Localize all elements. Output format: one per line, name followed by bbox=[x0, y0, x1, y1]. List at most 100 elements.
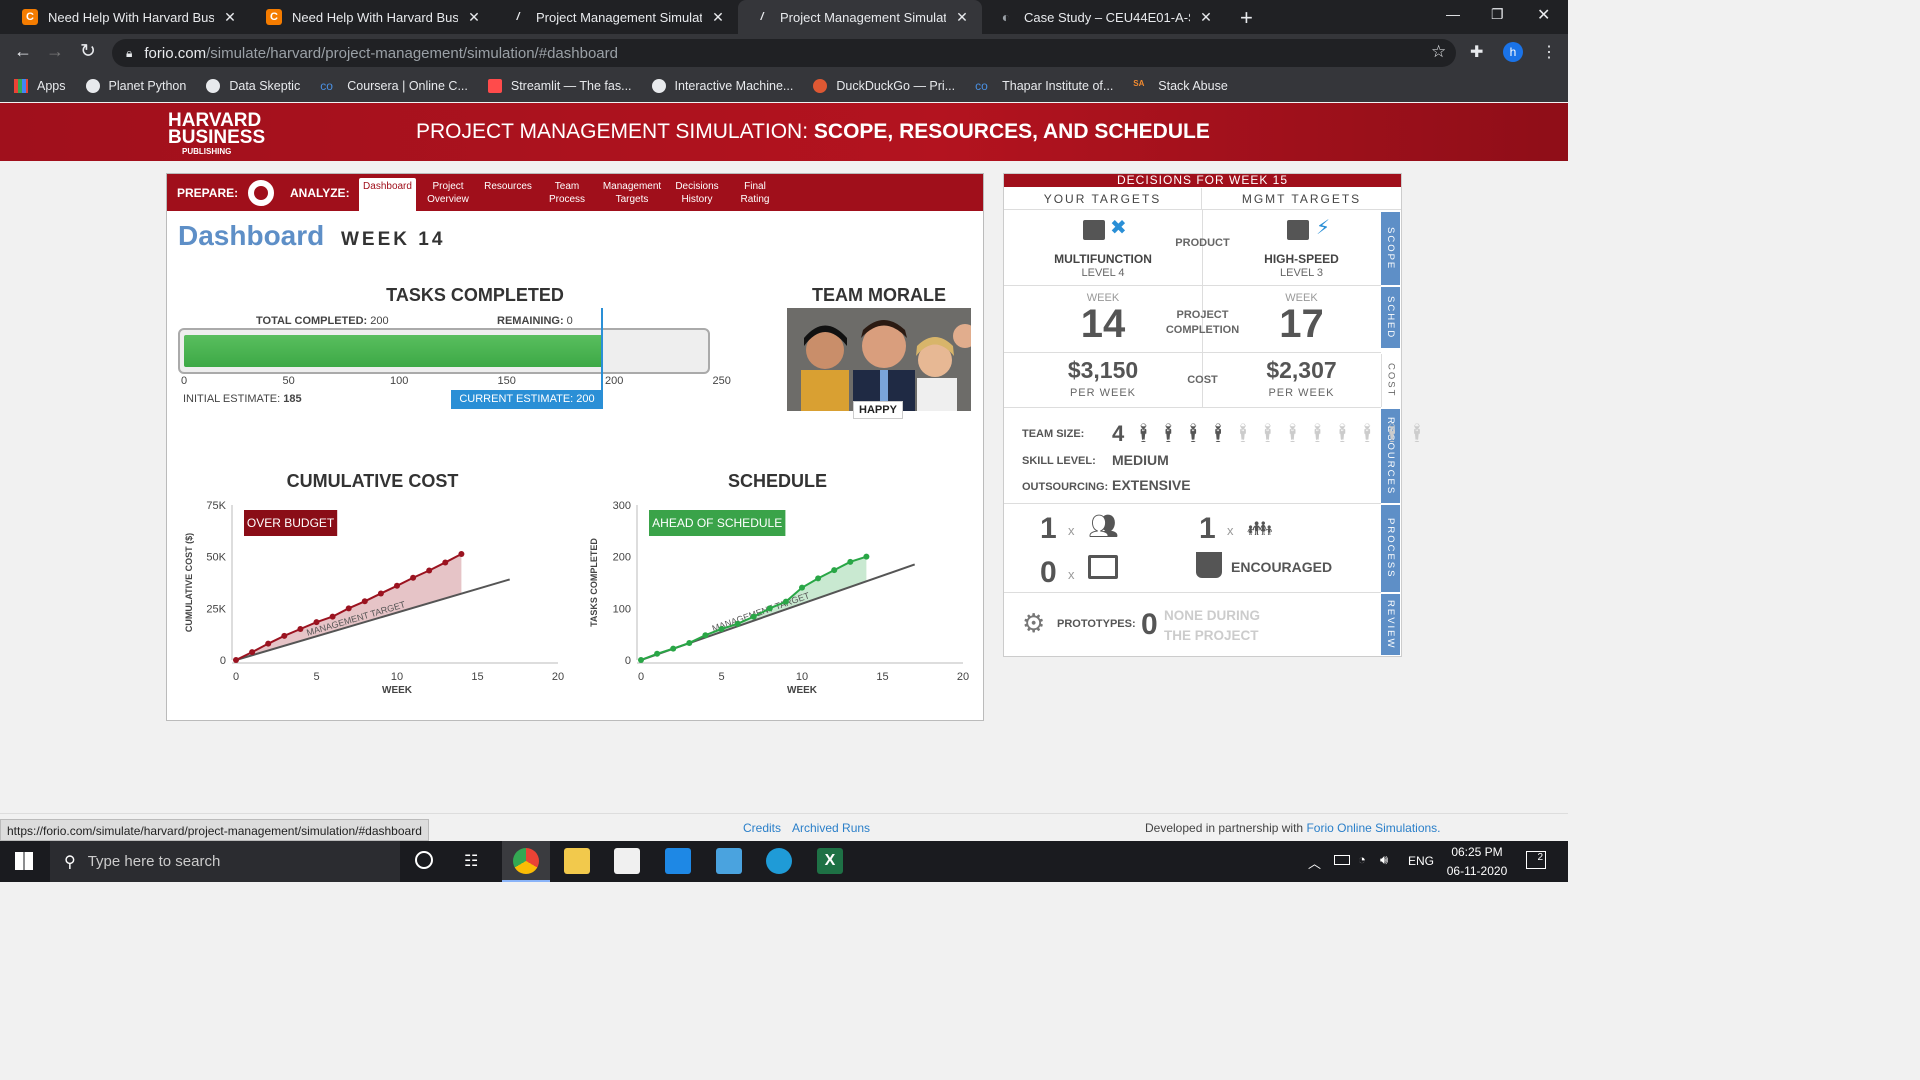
minimize-icon[interactable]: — bbox=[1446, 6, 1460, 22]
tab-project-overview[interactable]: Project Overview bbox=[422, 180, 474, 206]
lifebuoy-icon[interactable] bbox=[248, 180, 274, 206]
excel-icon[interactable]: X bbox=[817, 848, 843, 874]
x-tick-label: 5 bbox=[718, 671, 724, 683]
close-window-icon[interactable]: ✕ bbox=[1537, 5, 1550, 25]
person-icon: 🕴︎ bbox=[1132, 423, 1155, 443]
data-point bbox=[249, 649, 256, 656]
browser-tab[interactable]: C Need Help With Harvard Busines ✕ bbox=[6, 0, 250, 34]
team-size-meter: 🕴︎ 🕴︎ 🕴︎ 🕴︎ 🕴︎ 🕴︎ 🕴︎ 🕴︎ 🕴︎ 🕴︎ 🕴︎ 🕴︎ bbox=[1132, 421, 1428, 445]
contacts-icon[interactable] bbox=[716, 848, 742, 874]
mail-icon[interactable] bbox=[665, 848, 691, 874]
progress-tick-label: 200 bbox=[605, 375, 624, 387]
browser-tab[interactable]: C Need Help With Harvard Busines ✕ bbox=[250, 0, 494, 34]
forward-icon[interactable]: → bbox=[46, 41, 64, 62]
status-badge-label: AHEAD OF SCHEDULE bbox=[652, 516, 782, 530]
y-tick-label: 0 bbox=[625, 655, 631, 667]
analyze-label: ANALYZE: bbox=[290, 186, 350, 200]
bookmark-item[interactable]: Planet Python bbox=[85, 79, 186, 93]
tab-resources[interactable]: Resources bbox=[481, 180, 535, 193]
side-tab-process[interactable]: PROCESS bbox=[1381, 505, 1400, 592]
archived-runs-link[interactable]: Archived Runs bbox=[792, 821, 870, 835]
volume-icon[interactable]: 🔊︎ bbox=[1380, 852, 1388, 868]
x-axis-label: WEEK bbox=[382, 685, 413, 696]
prototypes-label: PROTOTYPES: bbox=[1057, 618, 1136, 630]
clock-time[interactable]: 06:25 PM bbox=[1445, 845, 1509, 859]
close-tab-icon[interactable]: ✕ bbox=[710, 9, 726, 26]
skill-label: SKILL LEVEL: bbox=[1022, 455, 1096, 467]
close-tab-icon[interactable]: ✕ bbox=[466, 9, 482, 26]
language-indicator[interactable]: ENG bbox=[1408, 854, 1434, 868]
person-icon: 🕴︎ bbox=[1181, 423, 1205, 443]
x-tick-label: 10 bbox=[391, 671, 403, 683]
wifi-icon[interactable]: ◔ bbox=[1358, 852, 1366, 867]
tab-favicon-icon: / bbox=[760, 11, 764, 23]
team-photo bbox=[787, 308, 971, 411]
data-point bbox=[281, 632, 288, 639]
printer-icon bbox=[1083, 220, 1105, 240]
bookmark-label: Interactive Machine... bbox=[674, 79, 794, 93]
windows-start-icon[interactable] bbox=[15, 852, 33, 870]
menu-icon[interactable]: ⋮ bbox=[1541, 42, 1557, 62]
credits-link[interactable]: Credits bbox=[743, 821, 781, 835]
hbs-logo[interactable]: HARVARD BUSINESS PUBLISHING bbox=[168, 111, 265, 156]
tab-management-targets[interactable]: Management Targets bbox=[600, 180, 664, 206]
store-icon[interactable] bbox=[614, 848, 640, 874]
tab-final-rating[interactable]: Final Rating bbox=[735, 180, 775, 206]
tab-label: Final bbox=[744, 181, 766, 192]
cortana-icon[interactable] bbox=[415, 851, 433, 869]
clock-date[interactable]: 06-11-2020 bbox=[1442, 864, 1512, 878]
total-label: TOTAL COMPLETED: bbox=[256, 315, 368, 327]
close-tab-icon[interactable]: ✕ bbox=[1198, 9, 1214, 26]
tab-team-process[interactable]: Team Process bbox=[545, 180, 589, 206]
bookmark-item[interactable]: co Coursera | Online C... bbox=[320, 79, 468, 93]
times-symbol: x bbox=[1068, 523, 1075, 538]
taskbar-search[interactable]: ⚲ Type here to search bbox=[50, 841, 400, 882]
bookmark-star-icon[interactable]: ☆ bbox=[1431, 42, 1446, 62]
bookmark-apps[interactable]: Apps bbox=[14, 79, 66, 93]
data-point bbox=[654, 650, 661, 657]
bookmark-item[interactable]: Streamlit — The fas... bbox=[487, 79, 632, 93]
back-icon[interactable]: ← bbox=[14, 41, 32, 62]
tab-label: Management bbox=[602, 181, 662, 192]
person-icon: 🕴︎ bbox=[1306, 423, 1329, 443]
tab-favicon-icon: C bbox=[266, 9, 282, 25]
task-view-icon[interactable]: ☷ bbox=[464, 851, 478, 871]
tab-label: Dashboard bbox=[363, 181, 412, 192]
your-product: MULTIFUNCTION bbox=[1054, 252, 1152, 266]
tab-label: Project bbox=[432, 181, 464, 192]
browser-tab[interactable]: ◐ Case Study – CEU44E01-A-SEM1( ✕ bbox=[982, 0, 1226, 34]
reload-icon[interactable]: ↻ bbox=[80, 40, 96, 63]
bookmark-item[interactable]: DuckDuckGo — Pri... bbox=[813, 79, 955, 93]
tab-dashboard[interactable]: Dashboard bbox=[359, 178, 416, 211]
battery-icon[interactable] bbox=[1334, 855, 1350, 865]
side-tab-review[interactable]: REVIEW bbox=[1381, 594, 1400, 655]
file-explorer-icon[interactable] bbox=[564, 848, 590, 874]
new-tab-icon[interactable]: + bbox=[1240, 5, 1253, 31]
tab-title: Need Help With Harvard Busines bbox=[48, 9, 214, 25]
morale-title: TEAM MORALE bbox=[812, 285, 946, 305]
data-point bbox=[831, 567, 838, 574]
close-tab-icon[interactable]: ✕ bbox=[954, 9, 970, 26]
forio-link[interactable]: Forio Online Simulations. bbox=[1306, 821, 1440, 835]
notifications-icon[interactable]: 2 bbox=[1526, 851, 1546, 869]
progress-tick-label: 100 bbox=[390, 375, 409, 387]
extensions-icon[interactable]: ✚ bbox=[1470, 42, 1483, 62]
restore-icon[interactable]: ❐ bbox=[1491, 6, 1504, 23]
close-tab-icon[interactable]: ✕ bbox=[222, 9, 238, 26]
bookmark-item[interactable]: co Thapar Institute of... bbox=[975, 79, 1113, 93]
bookmark-item[interactable]: Data Skeptic bbox=[206, 79, 300, 93]
edge-icon[interactable] bbox=[766, 848, 792, 874]
profile-avatar[interactable]: h bbox=[1503, 42, 1523, 62]
browser-tab[interactable]: / Project Management Simulation: ✕ bbox=[494, 0, 738, 34]
tray-overflow-icon[interactable]: ︿ bbox=[1308, 853, 1321, 872]
browser-tab-active[interactable]: / Project Management Simulation: ✕ bbox=[738, 0, 982, 34]
team-photo-illustration bbox=[787, 308, 971, 411]
chrome-icon[interactable] bbox=[513, 848, 539, 874]
address-bar[interactable]: 🔒︎ forio.com/simulate/harvard/project-ma… bbox=[112, 39, 1456, 67]
bookmark-item[interactable]: SA Stack Abuse bbox=[1133, 79, 1228, 93]
data-point bbox=[782, 598, 789, 605]
data-point bbox=[442, 559, 449, 566]
x-tick-label: 15 bbox=[876, 671, 888, 683]
bookmark-item[interactable]: Interactive Machine... bbox=[651, 79, 794, 93]
tab-decisions-history[interactable]: Decisions History bbox=[673, 180, 721, 206]
